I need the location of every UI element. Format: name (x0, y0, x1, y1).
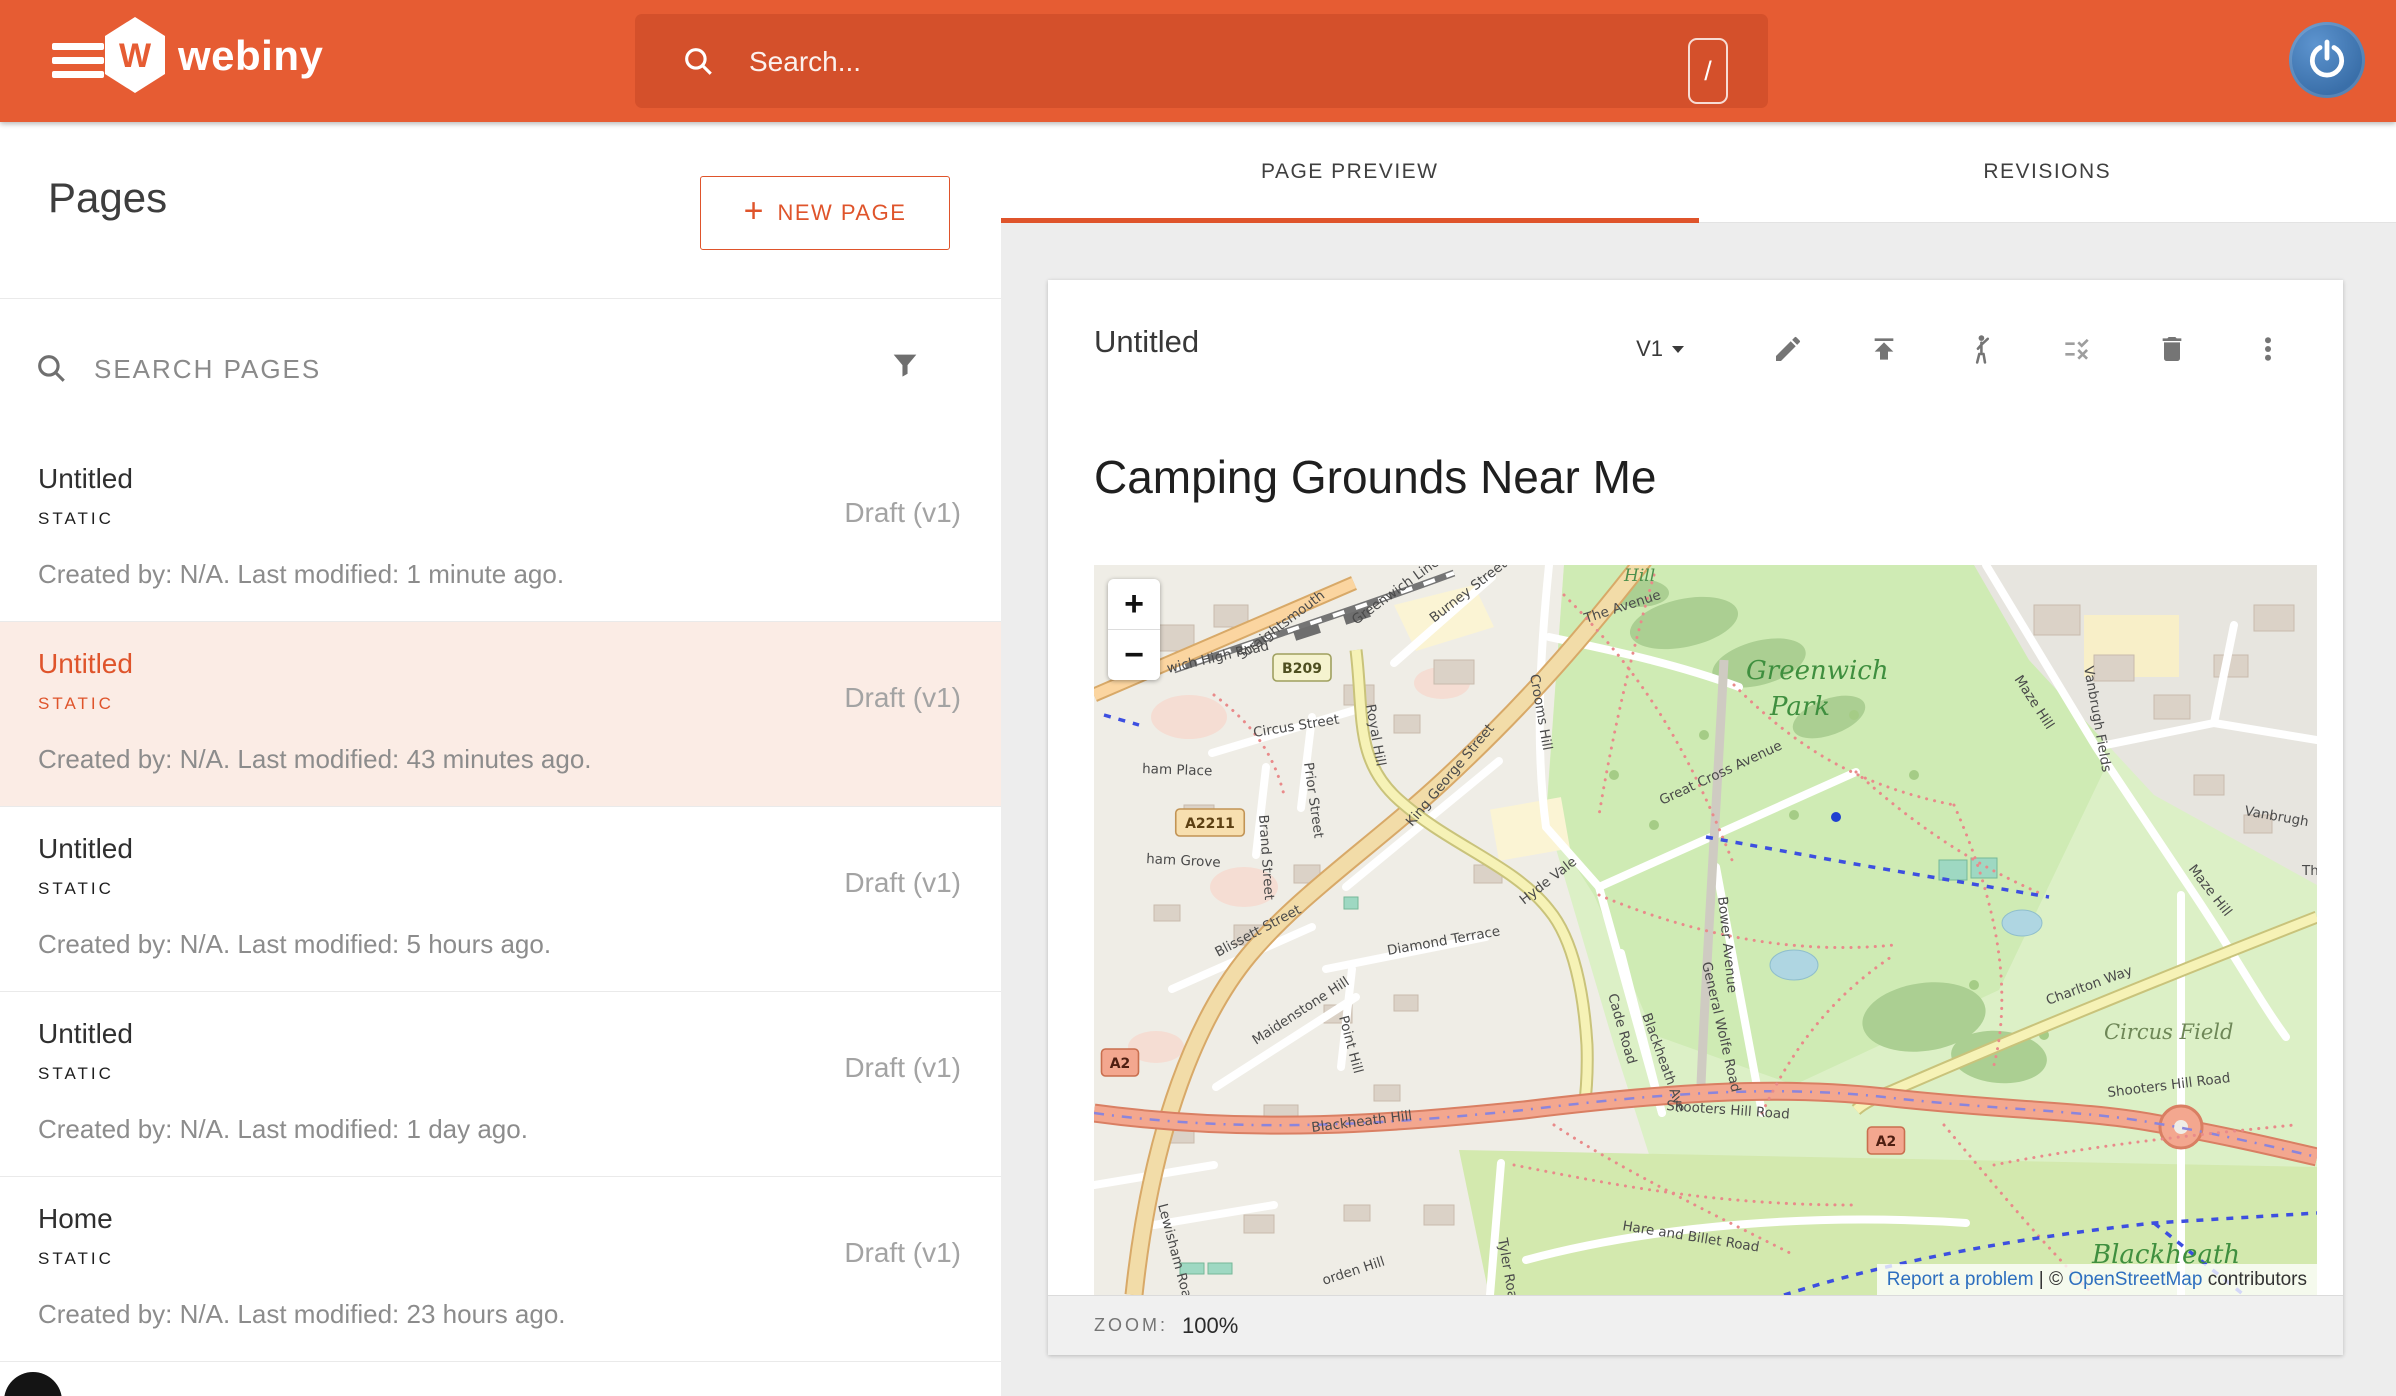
page-title: Pages (48, 174, 167, 222)
page-list-item[interactable]: Untitled STATIC Draft (v1) Created by: N… (0, 992, 1001, 1177)
delete-page-button[interactable] (2153, 330, 2191, 368)
search-icon (681, 44, 715, 83)
road-shield-label: A2 (1876, 1134, 1897, 1150)
page-list-item[interactable]: Untitled STATIC Draft (v1) Created by: N… (0, 807, 1001, 992)
svg-text:W: W (119, 37, 152, 75)
submit-review-button[interactable] (1961, 330, 1999, 368)
tab-revisions[interactable]: REVISIONS (1699, 122, 2396, 222)
page-name: Untitled (1094, 324, 1199, 360)
publish-page-button[interactable] (1865, 330, 1903, 368)
report-problem-link[interactable]: Report a problem (1887, 1269, 2034, 1291)
edit-page-button[interactable] (1769, 330, 1807, 368)
new-page-button[interactable]: + NEW PAGE (700, 176, 950, 250)
openstreetmap-embed[interactable]: B209A2211A2A2 StraightsmouthGreenwich Li… (1094, 565, 2317, 1295)
zoom-value: 100% (1182, 1313, 1238, 1339)
preview-card-footer: ZOOM: 100% (1048, 1295, 2343, 1355)
road-shield-label: A2211 (1185, 816, 1235, 832)
map-zoom-out-button[interactable]: − (1108, 630, 1160, 680)
page-details-panel: PAGE PREVIEW REVISIONS Untitled V1 (1001, 122, 2396, 1396)
brand-wordmark: webiny (178, 32, 323, 80)
status-badge: Draft (v1) (844, 1052, 961, 1084)
version-dropdown[interactable]: V1 (1636, 336, 1685, 362)
page-list-item[interactable]: Untitled STATIC Draft (v1) Created by: N… (0, 437, 1001, 622)
page-list-item[interactable]: Untitled STATIC Draft (v1) Created by: N… (0, 622, 1001, 807)
status-badge: Draft (v1) (844, 1237, 961, 1269)
map-zoom-in-button[interactable]: + (1108, 579, 1160, 630)
search-icon (34, 351, 68, 390)
page-list: Untitled STATIC Draft (v1) Created by: N… (0, 437, 1001, 1396)
page-rules-button[interactable] (2057, 330, 2095, 368)
map-label: Hill (1623, 566, 1655, 586)
chevron-down-icon (1671, 344, 1685, 354)
status-badge: Draft (v1) (844, 867, 961, 899)
search-pages-row (0, 299, 1001, 438)
map-label: The (2301, 863, 2317, 879)
search-shortcut-badge: / (1688, 38, 1728, 104)
webiny-logo-icon[interactable]: W (104, 16, 166, 94)
details-tabbar: PAGE PREVIEW REVISIONS (1001, 122, 2396, 223)
map-label: ham Place (1142, 761, 1213, 779)
hamburger-menu-icon[interactable] (52, 43, 104, 79)
openstreetmap-link[interactable]: OpenStreetMap (2068, 1269, 2202, 1291)
search-pages-input[interactable] (92, 299, 836, 439)
more-options-button[interactable] (2249, 330, 2287, 368)
map-image: B209A2211A2A2 StraightsmouthGreenwich Li… (1094, 565, 2317, 1295)
map-zoom-control: + − (1108, 579, 1160, 680)
page-list-item[interactable]: Home STATIC Draft (v1) Created by: N/A. … (0, 1177, 1001, 1362)
map-label: Greenwich (1746, 656, 1889, 686)
page-content-title: Camping Grounds Near Me (1094, 450, 1656, 504)
user-avatar[interactable] (2289, 22, 2365, 98)
map-label: Park (1769, 692, 1830, 722)
filter-icon[interactable] (888, 349, 922, 388)
global-search[interactable]: / (635, 14, 1768, 108)
status-badge: Draft (v1) (844, 497, 961, 529)
map-attribution: Report a problem | © OpenStreetMap contr… (1877, 1264, 2317, 1295)
global-search-input[interactable] (747, 14, 1631, 110)
road-shield-label: B209 (1282, 661, 1322, 677)
map-label: Circus Field (2104, 1020, 2233, 1044)
top-app-bar: W webiny / (0, 0, 2396, 122)
preview-card-body: Camping Grounds Near Me (1048, 417, 2343, 1295)
preview-card-header: Untitled V1 (1048, 280, 2343, 418)
pages-list-panel: Pages + NEW PAGE Untitled STATIC Draft (… (0, 122, 1002, 1396)
page-actions: V1 (1636, 280, 2287, 417)
pages-header: Pages + NEW PAGE (0, 122, 1001, 299)
webiny-admin-screen: W webiny / Pages + NEW PAGE (0, 0, 2396, 1396)
tab-page-preview[interactable]: PAGE PREVIEW (1001, 122, 1699, 222)
road-shield-label: A2 (1110, 1056, 1131, 1072)
plus-icon: + (744, 192, 764, 231)
status-badge: Draft (v1) (844, 682, 961, 714)
page-preview-card: Untitled V1 (1048, 280, 2343, 1355)
map-location-dot (1831, 812, 1841, 822)
zoom-label: ZOOM: (1094, 1315, 1168, 1336)
